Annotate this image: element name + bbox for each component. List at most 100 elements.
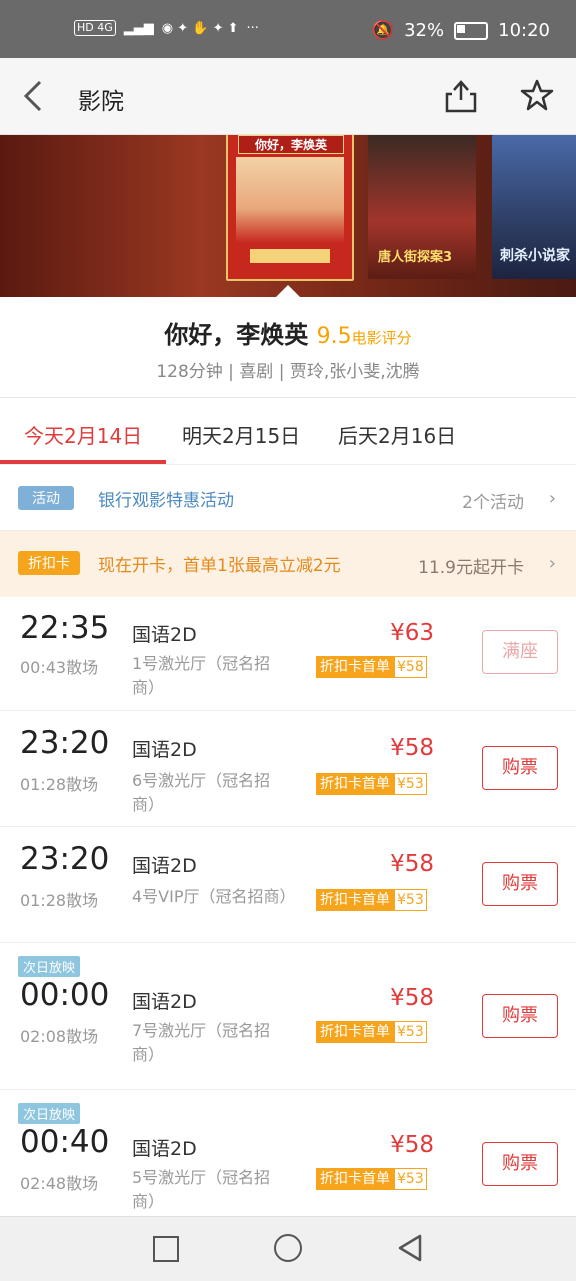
hall-name: 7号激光厅（冠名招商） [132, 1021, 271, 1064]
language-format: 国语2D [132, 855, 197, 877]
discount-label: 折扣卡首单 [316, 1021, 394, 1043]
clock: 10:20 [498, 20, 550, 41]
end-time: 00:43散场 [20, 658, 99, 677]
active-tab-indicator [0, 460, 166, 464]
language-format: 国语2D [132, 624, 197, 646]
status-bar: HD 4G ▂▄▆ ◉ ✦ ✋ ✦ ⬆ ··· 🔕 32% 10:20 [0, 0, 576, 58]
selection-pointer [276, 285, 300, 297]
discount-label: 折扣卡首单 [316, 773, 394, 795]
more-notifications: ··· [246, 20, 259, 36]
card-tag: 折扣卡 [18, 551, 80, 575]
star-icon[interactable] [520, 78, 554, 112]
poster-carousel[interactable]: 你好，李焕英 唐人街探案3 刺杀小说家 [0, 135, 576, 297]
price: ¥58 [390, 1132, 434, 1158]
end-time: 02:48散场 [20, 1174, 99, 1193]
hall-name: 4号VIP厅（冠名招商） [132, 887, 296, 906]
movie-info: 你好，李焕英 9.5电影评分 128分钟 | 喜剧 | 贾玲,张小斐,沈腾 [0, 297, 576, 398]
card-text: 现在开卡，首单1张最高立减2元 [98, 556, 341, 576]
start-time: 23:20 [20, 725, 110, 761]
app-notification-icons: ◉ ✦ ✋ ✦ ⬆ [161, 20, 239, 36]
back-icon[interactable] [396, 1233, 424, 1263]
movie-name: 你好，李焕英 [164, 321, 309, 349]
discount-price: ¥53 [394, 773, 427, 795]
chevron-right-icon: › [548, 488, 556, 509]
network-indicator: HD 4G [74, 20, 116, 36]
hall-name: 5号激光厅（冠名招商） [132, 1168, 271, 1211]
end-time: 02:08散场 [20, 1027, 99, 1046]
card-price: 11.9元起开卡 [418, 558, 524, 578]
home-icon[interactable] [274, 1234, 302, 1262]
movie-meta: 128分钟 | 喜剧 | 贾玲,张小斐,沈腾 [156, 362, 420, 382]
discount-price: ¥53 [394, 889, 427, 911]
poster-item[interactable]: 唐人街探案3 [368, 135, 476, 279]
buy-ticket-button[interactable]: 购票 [482, 746, 558, 790]
discount-badge: 折扣卡首单 ¥53 [316, 1168, 427, 1190]
showtime-row[interactable]: 次日放映 00:40 02:48散场 国语2D 5号激光厅（冠名招商） ¥58 … [0, 1090, 576, 1216]
price: ¥58 [390, 985, 434, 1011]
showtime-row[interactable]: 23:20 01:28散场 国语2D 4号VIP厅（冠名招商） ¥58 折扣卡首… [0, 827, 576, 943]
poster-title: 刺杀小说家 [500, 248, 570, 264]
poster-footer [250, 249, 330, 263]
status-left: HD 4G ▂▄▆ ◉ ✦ ✋ ✦ ⬆ ··· [74, 20, 259, 36]
sold-out-button[interactable]: 满座 [482, 630, 558, 674]
showtime-row[interactable]: 22:35 00:43散场 国语2D 1号激光厅（冠名招商） ¥63 折扣卡首单… [0, 598, 576, 711]
discount-label: 折扣卡首单 [316, 889, 394, 911]
signal-icon: ▂▄▆ [123, 20, 154, 36]
poster-selected[interactable]: 你好，李焕英 [226, 135, 354, 281]
promo-tag: 活动 [18, 486, 74, 510]
app-header: 影院 [0, 58, 576, 135]
language-format: 国语2D [132, 739, 197, 761]
promo-bar[interactable]: 活动 银行观影特惠活动 2个活动 › [0, 466, 576, 531]
back-arrow-icon[interactable] [20, 76, 50, 116]
poster-item[interactable]: 刺杀小说家 [492, 135, 576, 279]
hall-name: 1号激光厅（冠名招商） [132, 654, 271, 697]
language-format: 国语2D [132, 1138, 197, 1160]
tab-day-after[interactable]: 后天2月16日 [338, 420, 456, 449]
poster-title: 你好，李焕英 [238, 135, 344, 154]
chevron-right-icon: › [548, 553, 556, 574]
discount-label: 折扣卡首单 [316, 1168, 394, 1190]
price: ¥58 [390, 851, 434, 877]
poster-image [236, 157, 344, 243]
recent-apps-icon[interactable] [153, 1236, 179, 1262]
promo-text: 银行观影特惠活动 [98, 491, 234, 511]
end-time: 01:28散场 [20, 775, 99, 794]
buy-ticket-button[interactable]: 购票 [482, 862, 558, 906]
page-title: 影院 [78, 89, 124, 115]
system-nav-bar [0, 1216, 576, 1281]
price: ¥58 [390, 735, 434, 761]
tab-today[interactable]: 今天2月14日 [24, 420, 142, 449]
mute-icon: 🔕 [371, 20, 395, 41]
discount-badge: 折扣卡首单 ¥53 [316, 773, 427, 795]
share-icon[interactable] [444, 78, 478, 114]
movie-score: 9.5 [316, 324, 352, 349]
buy-ticket-button[interactable]: 购票 [482, 1142, 558, 1186]
language-format: 国语2D [132, 991, 197, 1013]
battery-icon [454, 21, 489, 40]
movie-title-line: 你好，李焕英 9.5电影评分 [0, 315, 576, 350]
end-time: 01:28散场 [20, 891, 99, 910]
start-time: 22:35 [20, 610, 110, 646]
discount-price: ¥53 [394, 1021, 427, 1043]
discount-badge: 折扣卡首单 ¥58 [316, 656, 427, 678]
next-day-tag: 次日放映 [18, 1103, 81, 1124]
price: ¥63 [390, 620, 434, 646]
discount-price: ¥53 [394, 1168, 427, 1190]
poster-title: 唐人街探案3 [378, 250, 453, 265]
discount-badge: 折扣卡首单 ¥53 [316, 1021, 427, 1043]
discount-label: 折扣卡首单 [316, 656, 394, 678]
showtime-row[interactable]: 次日放映 00:00 02:08散场 国语2D 7号激光厅（冠名招商） ¥58 … [0, 943, 576, 1090]
start-time: 00:00 [20, 977, 110, 1013]
discount-card-bar[interactable]: 折扣卡 现在开卡，首单1张最高立减2元 11.9元起开卡 › [0, 531, 576, 597]
battery-percent: 32% [404, 20, 445, 41]
showtime-row[interactable]: 23:20 01:28散场 国语2D 6号激光厅（冠名招商） ¥58 折扣卡首单… [0, 711, 576, 827]
tab-tomorrow[interactable]: 明天2月15日 [182, 420, 300, 449]
discount-price: ¥58 [394, 656, 427, 678]
buy-ticket-button[interactable]: 购票 [482, 994, 558, 1038]
start-time: 23:20 [20, 841, 110, 877]
next-day-tag: 次日放映 [18, 956, 81, 977]
start-time: 00:40 [20, 1124, 110, 1160]
discount-badge: 折扣卡首单 ¥53 [316, 889, 427, 911]
status-right: 🔕 32% 10:20 [372, 20, 550, 41]
score-label: 电影评分 [351, 329, 412, 347]
